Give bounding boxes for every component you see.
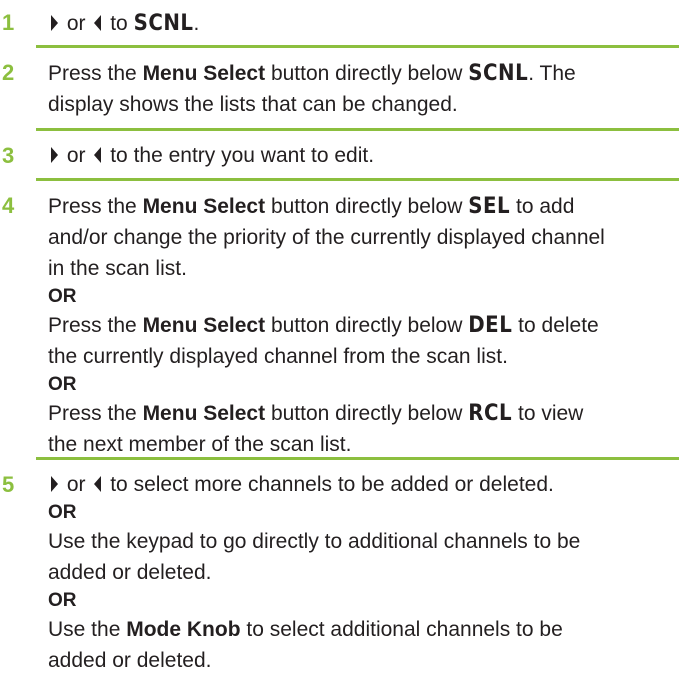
text: Use the keypad to go directly to additio… bbox=[48, 530, 581, 553]
text: added or deleted. bbox=[48, 649, 212, 672]
left-arrow-icon bbox=[94, 475, 102, 492]
text: button directly below bbox=[270, 195, 463, 218]
menu-select-label: Menu Select bbox=[142, 314, 266, 337]
display-label: SCNL bbox=[133, 11, 194, 36]
step-text: Press the Menu Select button directly be… bbox=[48, 58, 668, 120]
text: display shows the lists that can be chan… bbox=[48, 93, 458, 116]
text: . bbox=[193, 12, 200, 35]
text: Use the bbox=[48, 618, 121, 641]
or-label: OR bbox=[48, 502, 77, 523]
mode-knob-label: Mode Knob bbox=[126, 618, 241, 641]
text: and/or change the priority of the curren… bbox=[48, 226, 605, 249]
or-label: OR bbox=[48, 590, 77, 611]
text: to view bbox=[517, 402, 584, 425]
text: Press the bbox=[48, 402, 137, 425]
menu-select-label: Menu Select bbox=[142, 195, 266, 218]
display-label: SEL bbox=[468, 194, 511, 219]
text: to bbox=[110, 12, 128, 35]
text: Press the bbox=[48, 195, 137, 218]
step-number: 5 bbox=[2, 472, 15, 497]
step-number: 4 bbox=[2, 193, 15, 218]
or-label: OR bbox=[48, 374, 77, 395]
step-text: or to select more channels to be added o… bbox=[48, 469, 668, 676]
right-arrow-icon bbox=[51, 475, 58, 492]
right-arrow-icon bbox=[51, 14, 58, 31]
left-arrow-icon bbox=[94, 146, 102, 163]
text: to the entry you want to edit. bbox=[110, 144, 375, 167]
text: to select more channels to be added or d… bbox=[110, 473, 554, 496]
divider bbox=[36, 178, 679, 181]
text: in the scan list. bbox=[48, 257, 187, 280]
text: or bbox=[66, 144, 86, 167]
text: the currently displayed channel from the… bbox=[48, 345, 508, 368]
divider bbox=[36, 128, 679, 131]
text: added or deleted. bbox=[48, 561, 212, 584]
display-label: DEL bbox=[468, 313, 513, 338]
step-number: 3 bbox=[2, 143, 15, 168]
step-text: or to the entry you want to edit. bbox=[48, 140, 668, 171]
menu-select-label: Menu Select bbox=[142, 62, 266, 85]
text: Press the bbox=[48, 62, 137, 85]
divider bbox=[36, 45, 679, 48]
menu-select-label: Menu Select bbox=[142, 402, 266, 425]
text: button directly below bbox=[270, 314, 463, 337]
step-text: or to SCNL. bbox=[48, 8, 668, 39]
text: to add bbox=[515, 195, 575, 218]
step-number: 1 bbox=[2, 10, 15, 35]
text: to delete bbox=[518, 314, 599, 337]
left-arrow-icon bbox=[94, 14, 102, 31]
display-label: SCNL bbox=[468, 61, 529, 86]
divider bbox=[36, 457, 679, 460]
text: the next member of the scan list. bbox=[48, 433, 352, 456]
step-number: 2 bbox=[2, 60, 15, 85]
text: button directly below bbox=[270, 402, 463, 425]
or-label: OR bbox=[48, 286, 77, 307]
display-label: RCL bbox=[468, 401, 513, 426]
step-text: Press the Menu Select button directly be… bbox=[48, 191, 668, 460]
text: Press the bbox=[48, 314, 137, 337]
text: or bbox=[66, 12, 86, 35]
text: button directly below bbox=[270, 62, 463, 85]
text: . The bbox=[528, 62, 576, 85]
right-arrow-icon bbox=[51, 146, 58, 163]
text: or bbox=[66, 473, 86, 496]
text: to select additional channels to be bbox=[246, 618, 563, 641]
